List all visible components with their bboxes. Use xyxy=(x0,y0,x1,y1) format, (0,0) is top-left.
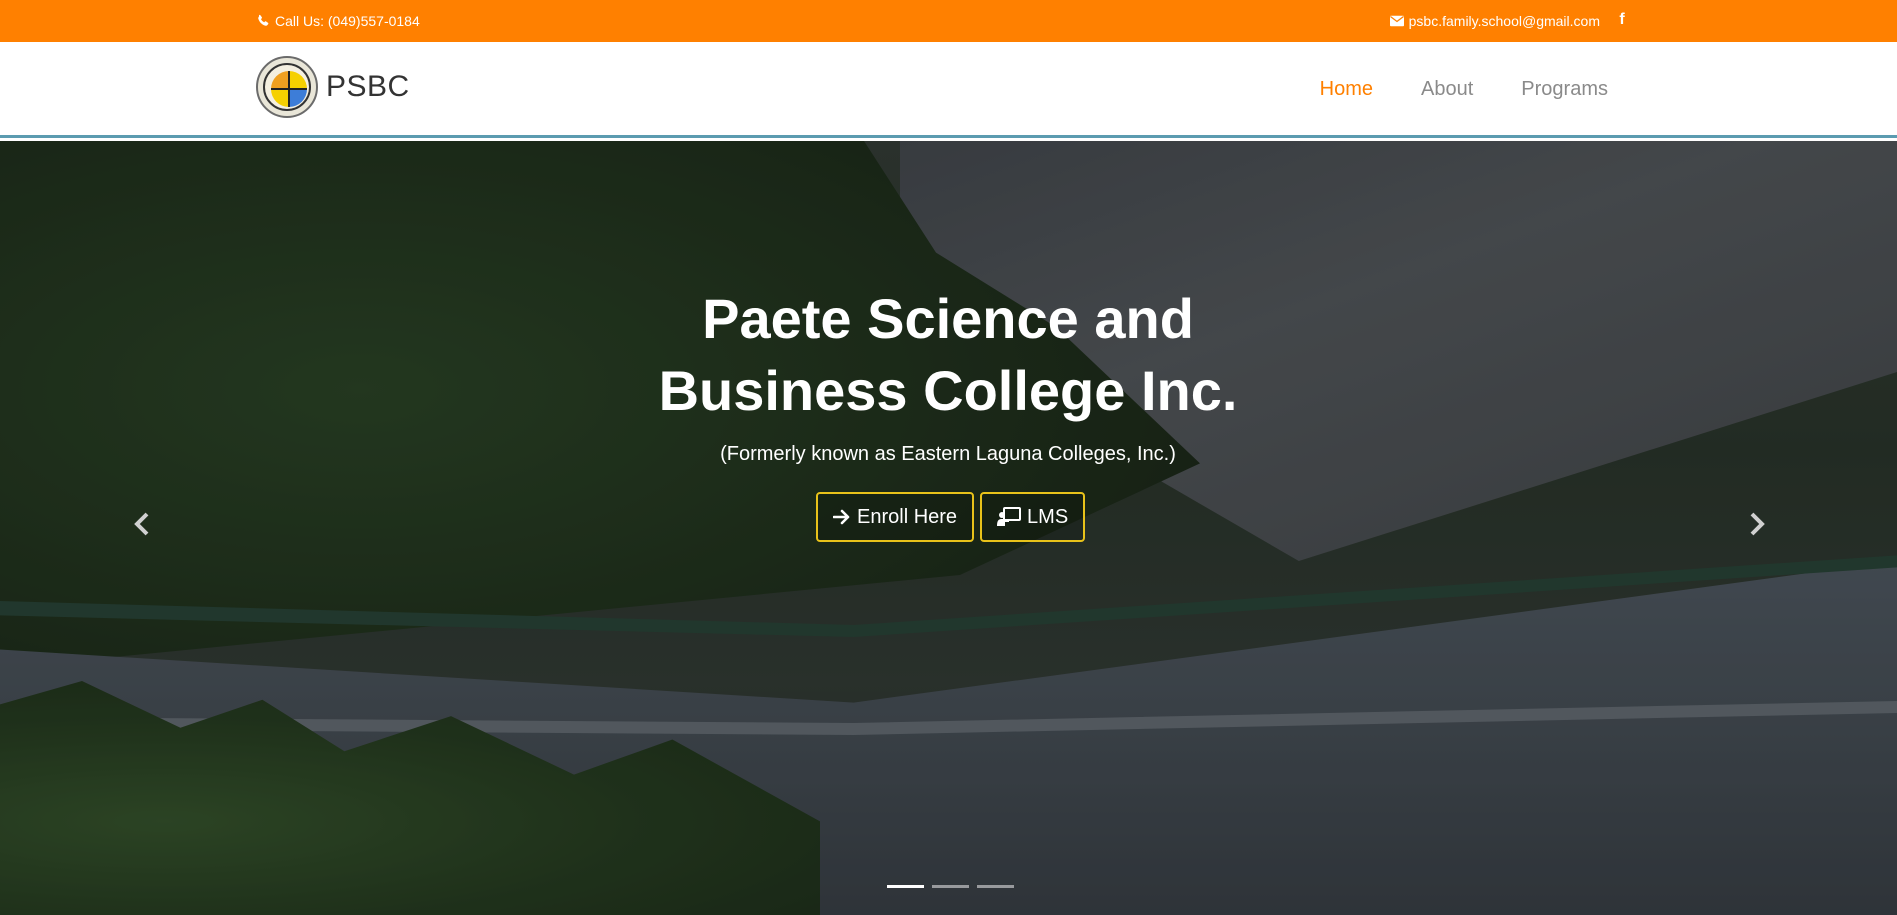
nav-item-programs[interactable]: Programs xyxy=(1521,78,1608,101)
nav-item-about[interactable]: About xyxy=(1421,78,1473,101)
nav-item-home[interactable]: Home xyxy=(1320,78,1373,101)
hero-button-group: Enroll Here LMS xyxy=(816,492,1086,542)
phone-contact[interactable]: Call Us: (049)557-0184 xyxy=(256,13,420,29)
carousel-indicators xyxy=(887,885,1014,888)
hero-carousel: Paete Science and Business College Inc. … xyxy=(0,141,1897,915)
lms-label: LMS xyxy=(1027,505,1069,528)
facebook-icon[interactable]: f xyxy=(1615,11,1629,29)
envelope-icon xyxy=(1389,15,1404,27)
arrow-right-icon xyxy=(833,509,851,525)
email-contact[interactable]: psbc.family.school@gmail.com xyxy=(1389,13,1600,29)
phone-icon xyxy=(256,14,270,28)
chevron-left-icon xyxy=(134,512,150,541)
carousel-next-button[interactable] xyxy=(1745,511,1769,541)
carousel-indicator-1[interactable] xyxy=(887,885,924,888)
carousel-indicator-2[interactable] xyxy=(932,885,969,888)
carousel-prev-button[interactable] xyxy=(130,511,154,541)
phone-text: Call Us: (049)557-0184 xyxy=(275,13,420,29)
email-text: psbc.family.school@gmail.com xyxy=(1408,13,1600,29)
enroll-here-button[interactable]: Enroll Here xyxy=(816,492,975,542)
top-contact-bar: Call Us: (049)557-0184 psbc.family.schoo… xyxy=(0,0,1897,42)
chevron-right-icon xyxy=(1749,512,1765,541)
school-seal-logo xyxy=(256,56,318,118)
main-navbar: PSBC Home About Programs xyxy=(0,42,1897,138)
enroll-here-label: Enroll Here xyxy=(857,505,958,528)
hero-title: Paete Science and Business College Inc. xyxy=(658,287,1238,422)
brand-name: PSBC xyxy=(326,70,410,103)
nav-menu: Home About Programs xyxy=(1320,78,1608,101)
carousel-indicator-3[interactable] xyxy=(977,885,1014,888)
lms-button[interactable]: LMS xyxy=(980,492,1086,542)
brand-link[interactable]: PSBC xyxy=(256,56,410,118)
teacher-board-icon xyxy=(997,507,1022,527)
hero-subtitle: (Formerly known as Eastern Laguna Colleg… xyxy=(720,443,1176,465)
